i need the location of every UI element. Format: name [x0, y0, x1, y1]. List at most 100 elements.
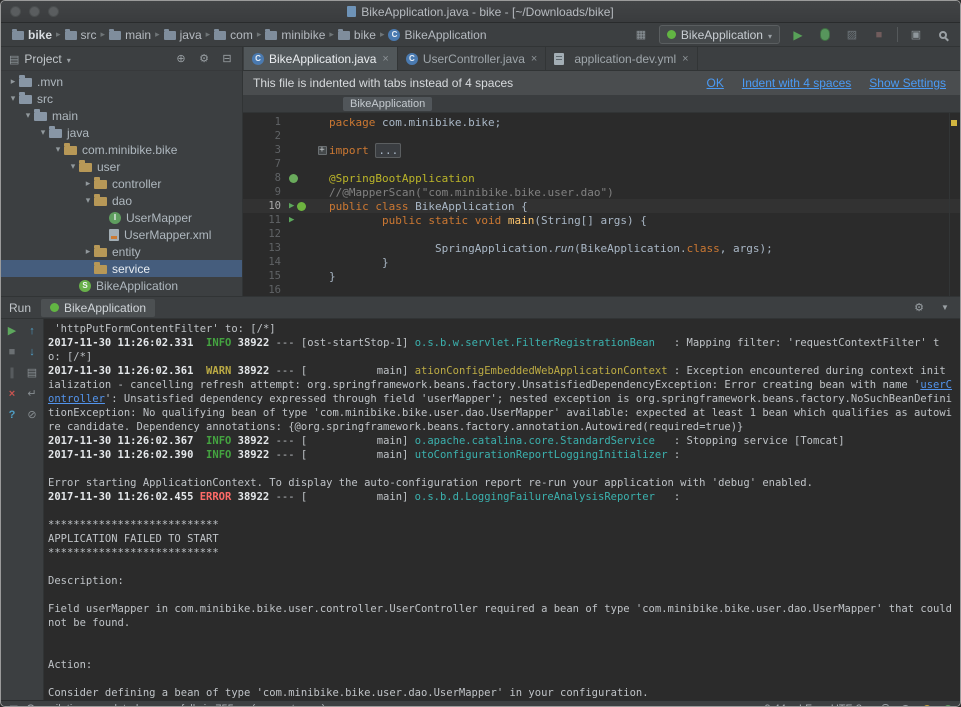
tree-item-entity[interactable]: ▸entity — [1, 243, 242, 260]
breadcrumb-main[interactable]: main — [106, 27, 154, 43]
help-icon[interactable]: ? — [4, 408, 20, 421]
project-tree: ▸.mvn▾src▾main▾java▾com.minibike.bike▾us… — [1, 71, 242, 296]
stop-button[interactable] — [870, 26, 888, 44]
project-panel-title[interactable]: Project — [24, 52, 61, 66]
code-line: 11▶ public static void main(String[] arg… — [243, 213, 960, 227]
tool-buttons-icon[interactable] — [632, 26, 650, 44]
debug-button[interactable] — [816, 26, 834, 44]
down-stack-icon[interactable]: ↓ — [24, 345, 40, 358]
run-toolbar-column-2: ↑ ↓ ▤ ↵ ⊘ — [23, 324, 41, 695]
chevron-down-icon[interactable] — [67, 52, 71, 66]
line-separator-widget[interactable]: LF — [799, 703, 818, 707]
run-configuration-select[interactable]: BikeApplication — [659, 25, 780, 44]
tree-item-usermapper[interactable]: IUserMapper — [1, 209, 242, 226]
hide-panel-icon[interactable] — [938, 301, 952, 314]
chevron-down-icon[interactable]: ▾ — [7, 93, 19, 104]
breadcrumb-com[interactable]: com — [211, 27, 256, 43]
code-editor[interactable]: 1package com.minibike.bike;23+import ...… — [243, 113, 960, 296]
tab-application-dev-yml[interactable]: application-dev.yml× — [546, 47, 697, 70]
pause-icon[interactable]: ∥ — [4, 366, 20, 379]
chevron-down-icon[interactable]: ▾ — [67, 161, 79, 172]
fold-expand-icon[interactable]: + — [318, 146, 327, 155]
class-icon: C — [388, 29, 400, 41]
up-stack-icon[interactable]: ↑ — [24, 324, 40, 337]
folder-icon — [109, 31, 121, 40]
gear-icon[interactable] — [197, 52, 211, 65]
banner-action-indent-with-4-spaces[interactable]: Indent with 4 spaces — [742, 76, 851, 90]
close-tab-icon[interactable]: × — [382, 53, 388, 65]
breadcrumb-java[interactable]: java — [161, 27, 205, 43]
run-button[interactable] — [789, 26, 807, 44]
close-icon[interactable]: × — [4, 387, 20, 400]
tree-item-dao[interactable]: ▾dao — [1, 192, 242, 209]
zoom-window-button[interactable] — [48, 6, 59, 17]
chevron-down-icon[interactable]: ▾ — [82, 195, 94, 206]
collapse-all-icon[interactable] — [220, 52, 234, 65]
tree-item-com-minibike-bike[interactable]: ▾com.minibike.bike — [1, 141, 242, 158]
banner-action-ok[interactable]: OK — [707, 76, 724, 90]
chevron-right-icon[interactable]: ▸ — [7, 76, 19, 87]
run-tab[interactable]: BikeApplication — [41, 299, 155, 317]
tree-item-usermapper-xml[interactable]: UserMapper.xml — [1, 226, 242, 243]
breadcrumb-minibike[interactable]: minibike — [262, 27, 328, 43]
tool-window-icon[interactable] — [907, 26, 925, 44]
coverage-button[interactable] — [843, 26, 861, 44]
chevron-down-icon[interactable]: ▾ — [22, 110, 34, 121]
spring-boot-gutter-icon[interactable] — [297, 202, 306, 211]
search-everywhere-button[interactable] — [934, 26, 952, 44]
package-icon — [94, 265, 107, 274]
xml-icon — [109, 229, 119, 241]
breadcrumb-class-chip[interactable]: BikeApplication — [343, 97, 432, 111]
softwrap-icon[interactable]: ↵ — [24, 387, 40, 400]
run-toolbar-column-1: ▶ ■ ∥ ×? — [3, 324, 21, 695]
breadcrumb-bikeapplication[interactable]: CBikeApplication — [385, 27, 489, 43]
tree-item-bikeapplication[interactable]: SBikeApplication — [1, 277, 242, 294]
chevron-down-icon[interactable]: ▾ — [52, 144, 64, 155]
folder-icon — [65, 31, 77, 40]
run-tab-label: BikeApplication — [64, 301, 146, 315]
stop-icon[interactable]: ■ — [4, 345, 20, 358]
yaml-file-icon — [554, 53, 564, 65]
folder-icon — [19, 95, 32, 104]
warning-stripe-mark[interactable] — [951, 120, 957, 126]
tree-item-user[interactable]: ▾user — [1, 158, 242, 175]
tree-item-service[interactable]: service — [1, 260, 242, 277]
breadcrumb-bike[interactable]: bike — [335, 27, 379, 43]
chevron-down-icon[interactable]: ▾ — [37, 127, 49, 138]
editor-scrollbar[interactable] — [949, 113, 960, 296]
banner-action-show-settings[interactable]: Show Settings — [869, 76, 946, 90]
console-output[interactable]: 'httpPutFormContentFilter' to: [/*]2017-… — [44, 319, 960, 700]
bean-gutter-icon[interactable] — [289, 174, 298, 183]
tree-item-controller[interactable]: ▸controller — [1, 175, 242, 192]
tab-bikeapplication-java[interactable]: CBikeApplication.java× — [244, 47, 398, 70]
folder-icon — [12, 31, 24, 40]
run-panel-title[interactable]: Run — [9, 301, 31, 315]
close-tab-icon[interactable]: × — [531, 53, 537, 65]
breadcrumb-bike[interactable]: bike — [9, 27, 55, 43]
locate-file-icon[interactable] — [174, 52, 188, 65]
restore-layout-icon[interactable]: ▤ — [24, 366, 40, 379]
spring-boot-icon — [667, 30, 676, 39]
tab-usercontroller-java[interactable]: CUserController.java× — [398, 47, 546, 70]
close-window-button[interactable] — [10, 6, 21, 17]
minimize-window-button[interactable] — [29, 6, 40, 17]
breadcrumb-src[interactable]: src — [62, 27, 100, 43]
clear-icon[interactable]: ⊘ — [24, 408, 40, 421]
close-tab-icon[interactable]: × — [682, 53, 688, 65]
console-line — [48, 644, 952, 658]
tree-item-src[interactable]: ▾src — [1, 90, 242, 107]
encoding-widget[interactable]: UTF-8 — [831, 703, 868, 707]
gutter-icons: ▶ — [289, 215, 315, 225]
toolwindow-toggle-icon[interactable] — [9, 703, 18, 707]
folder-icon — [265, 31, 277, 40]
tree-item-mvn[interactable]: ▸.mvn — [1, 73, 242, 90]
rerun-icon[interactable]: ▶ — [4, 324, 20, 337]
interface-icon: I — [109, 212, 121, 224]
run-gutter-icon[interactable]: ▶ — [289, 215, 294, 225]
chevron-right-icon[interactable]: ▸ — [82, 246, 94, 257]
run-gutter-icon[interactable]: ▶ — [289, 201, 294, 211]
tree-item-java[interactable]: ▾java — [1, 124, 242, 141]
gear-icon[interactable] — [912, 301, 926, 314]
tree-item-main[interactable]: ▾main — [1, 107, 242, 124]
chevron-right-icon[interactable]: ▸ — [82, 178, 94, 189]
